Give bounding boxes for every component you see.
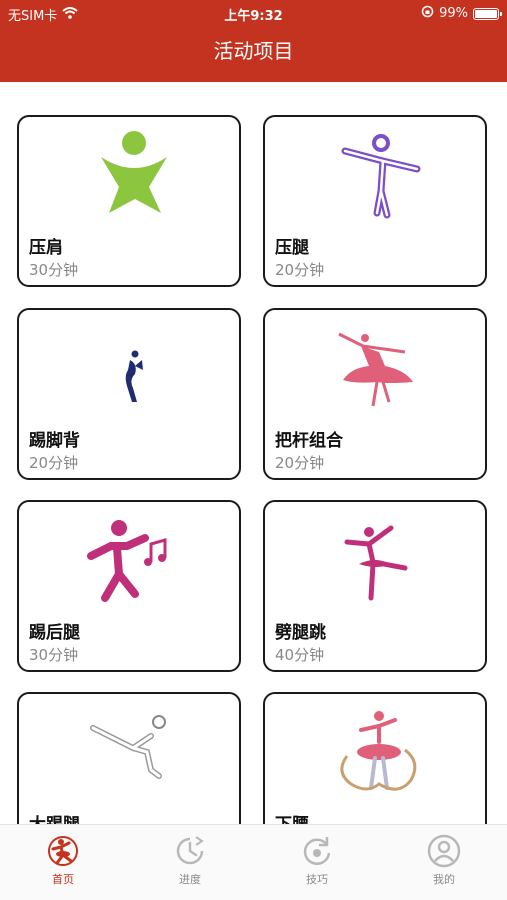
tab-bar: 首页 进度 技巧 我的: [0, 824, 507, 900]
tab-progress[interactable]: 进度: [127, 833, 253, 887]
tab-home[interactable]: 首页: [0, 833, 126, 887]
page-title: 活动项目: [213, 39, 294, 63]
activity-grid[interactable]: 压肩 30分钟 压腿 20分钟 踢脚背 20分钟 把杆组合 20分钟 踢后腿 3…: [0, 82, 507, 825]
leap-figure-icon: [325, 514, 429, 606]
tab-label: 技巧: [306, 873, 328, 886]
activity-card[interactable]: 踢脚背 20分钟: [17, 308, 241, 480]
activity-card[interactable]: 下腰: [263, 692, 487, 825]
battery-percent: 99%: [439, 6, 468, 21]
activity-card[interactable]: 大踢腿: [17, 692, 241, 825]
activity-duration: 20分钟: [29, 454, 79, 472]
activity-name: 压腿: [275, 238, 309, 258]
kick-figure-icon: [79, 322, 183, 414]
activity-duration: 20分钟: [275, 261, 325, 279]
dance-music-figure-icon: [79, 514, 183, 606]
activity-duration: 40分钟: [275, 646, 325, 664]
status-bar: 无SIM卡 上午9:32 99%: [0, 0, 507, 26]
home-dancer-icon: [45, 833, 81, 869]
progress-clock-icon: [172, 833, 208, 869]
activity-name: 大踢腿: [29, 815, 80, 825]
activity-name: 压肩: [29, 238, 63, 258]
ribbon-ballerina-icon: [325, 706, 429, 798]
activity-duration: 20分钟: [275, 454, 325, 472]
high-kick-figure-icon: [79, 706, 183, 798]
tips-refresh-icon: [299, 833, 335, 869]
orientation-lock-icon: [421, 5, 434, 22]
tab-label: 首页: [52, 873, 74, 886]
activity-card[interactable]: 把杆组合 20分钟: [263, 308, 487, 480]
activity-duration: 30分钟: [29, 646, 79, 664]
profile-icon: [426, 833, 462, 869]
ballerina-figure-icon: [325, 322, 429, 414]
activity-name: 劈腿跳: [275, 623, 326, 643]
cheer-figure-icon: [79, 129, 183, 221]
activity-card[interactable]: 劈腿跳 40分钟: [263, 500, 487, 672]
activity-name: 把杆组合: [275, 431, 343, 451]
activity-duration: 30分钟: [29, 261, 79, 279]
tab-label: 我的: [433, 873, 455, 886]
activity-name: 踢后腿: [29, 623, 80, 643]
activity-name: 下腰: [275, 815, 309, 825]
nav-bar: 活动项目: [0, 26, 507, 82]
tab-label: 进度: [179, 873, 201, 886]
battery-icon: [473, 7, 502, 20]
activity-name: 踢脚背: [29, 431, 80, 451]
activity-card[interactable]: 压腿 20分钟: [263, 115, 487, 287]
leg-stretch-figure-icon: [325, 129, 429, 221]
tab-tips[interactable]: 技巧: [254, 833, 380, 887]
tab-profile[interactable]: 我的: [381, 833, 507, 887]
activity-card[interactable]: 踢后腿 30分钟: [17, 500, 241, 672]
status-right: 99%: [421, 5, 502, 22]
activity-card[interactable]: 压肩 30分钟: [17, 115, 241, 287]
